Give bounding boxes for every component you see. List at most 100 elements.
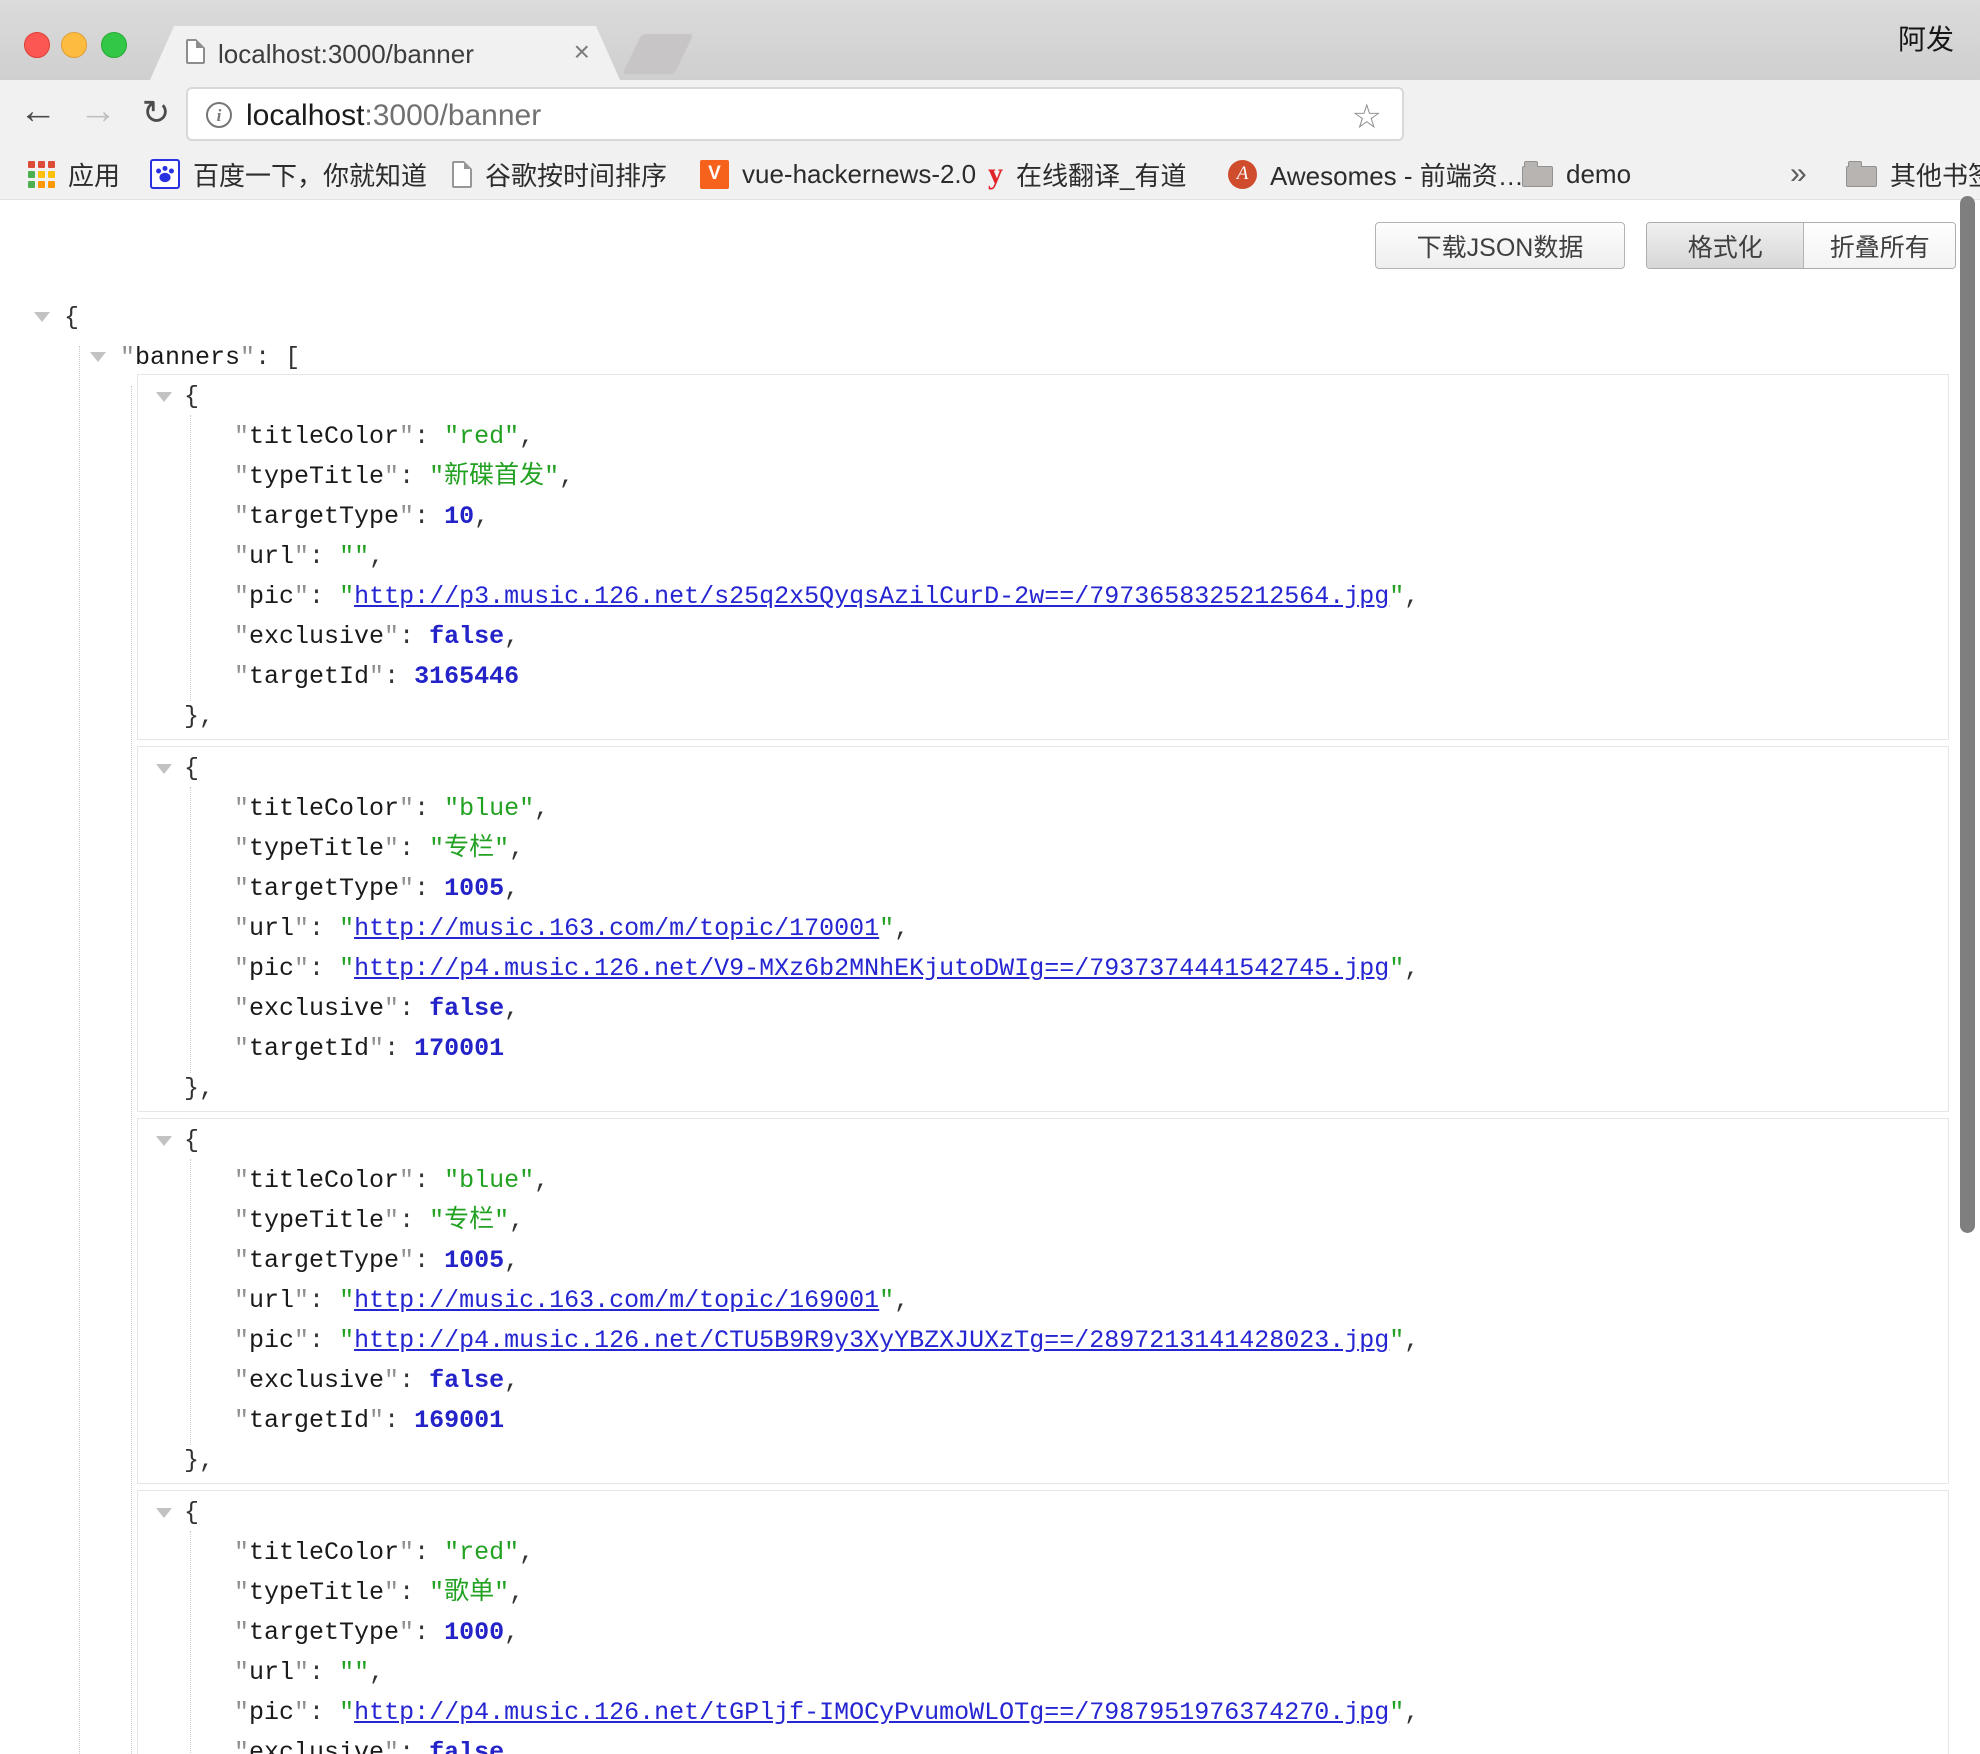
- json-url-link[interactable]: http://p4.music.126.net/CTU5B9R9y3XyYBZX…: [354, 1326, 1389, 1355]
- collapse-toggle-icon[interactable]: [34, 312, 50, 322]
- folder-icon: [1846, 166, 1877, 187]
- vertical-scrollbar-thumb[interactable]: [1960, 196, 1975, 1233]
- json-key: pic: [249, 1698, 294, 1727]
- bookmark-vue-hackernews[interactable]: V vue-hackernews-2.0: [700, 156, 976, 192]
- json-text: ": [234, 1206, 249, 1235]
- page-icon: [452, 161, 472, 188]
- bookmarks-bar: 应用 百度一下，你就知道 谷歌按时间排序 V vue-hackernews-2.…: [0, 148, 1980, 200]
- json-text: :: [309, 1326, 339, 1355]
- json-boolean-value: false: [429, 1366, 504, 1395]
- bookmark-youdao-translate[interactable]: y 在线翻译_有道: [988, 156, 1186, 192]
- bookmarks-overflow-chevron[interactable]: »: [1790, 156, 1807, 192]
- bookmark-folder-demo[interactable]: demo: [1522, 156, 1631, 192]
- json-object-close-row: },: [138, 1069, 1948, 1109]
- json-object-close-row: },: [138, 1441, 1948, 1481]
- json-property-row: "pic": "http://p4.music.126.net/tGPljf-I…: [138, 1693, 1948, 1733]
- json-text: ,: [509, 1578, 524, 1607]
- address-bar[interactable]: i localhost:3000/banner ☆: [186, 87, 1404, 141]
- json-key: url: [249, 1286, 294, 1315]
- json-text: ,: [504, 622, 519, 651]
- zoom-window-button[interactable]: [101, 32, 127, 58]
- json-text: ": [1389, 582, 1404, 611]
- json-text: ": [234, 1538, 249, 1567]
- json-text: ": [384, 622, 399, 651]
- json-text: ": [234, 462, 249, 491]
- json-text: :: [399, 994, 429, 1023]
- info-icon[interactable]: i: [206, 102, 232, 128]
- collapse-toggle-icon[interactable]: [156, 1508, 172, 1518]
- tab-close-icon[interactable]: ×: [574, 36, 590, 68]
- json-string-value: "red": [444, 1538, 519, 1567]
- json-object-open-row: {: [138, 377, 1948, 417]
- youdao-y-icon: y: [988, 157, 1003, 191]
- json-text: ,: [519, 1538, 534, 1567]
- json-key: url: [249, 542, 294, 571]
- json-string-value: "blue": [444, 794, 534, 823]
- json-text: :: [414, 502, 444, 531]
- json-property-row: "targetType": 10,: [138, 497, 1948, 537]
- json-text: ": [234, 542, 249, 571]
- json-string-value: "歌单": [429, 1578, 509, 1607]
- json-url-link[interactable]: http://p3.music.126.net/s25q2x5QyqsAzilC…: [354, 582, 1389, 611]
- json-url-link[interactable]: http://p4.music.126.net/V9-MXz6b2MNhEKju…: [354, 954, 1389, 983]
- collapse-toggle-icon[interactable]: [156, 1136, 172, 1146]
- format-button[interactable]: 格式化: [1647, 223, 1804, 268]
- json-key: titleColor: [249, 1538, 399, 1567]
- other-bookmarks-folder[interactable]: 其他书签: [1846, 156, 1980, 192]
- browser-tab[interactable]: localhost:3000/banner ×: [150, 26, 620, 80]
- bookmark-baidu[interactable]: 百度一下，你就知道: [150, 156, 427, 192]
- json-text: ": [339, 954, 354, 983]
- collapse-all-button[interactable]: 折叠所有: [1804, 223, 1955, 268]
- new-tab-button[interactable]: [622, 34, 694, 74]
- json-text: :: [309, 1698, 339, 1727]
- reload-button[interactable]: ↻: [132, 93, 180, 133]
- bookmark-awesomes[interactable]: A Awesomes - 前端资…: [1228, 156, 1524, 192]
- json-text: ": [399, 1246, 414, 1275]
- json-text: ,: [894, 1286, 909, 1315]
- json-text: :: [384, 662, 414, 691]
- close-window-button[interactable]: [24, 32, 50, 58]
- json-property-row: "targetType": 1005,: [138, 869, 1948, 909]
- json-text: ": [234, 874, 249, 903]
- json-text: :: [399, 622, 429, 651]
- json-url-link[interactable]: http://music.163.com/m/topic/170001: [354, 914, 879, 943]
- json-text: ": [339, 1698, 354, 1727]
- download-json-button[interactable]: 下载JSON数据: [1375, 222, 1625, 269]
- profile-name[interactable]: 阿发: [1898, 18, 1954, 58]
- json-url-link[interactable]: http://p4.music.126.net/tGPljf-IMOCyPvum…: [354, 1698, 1389, 1727]
- json-key: targetType: [249, 1246, 399, 1275]
- collapse-toggle-icon[interactable]: [90, 352, 106, 362]
- json-key: typeTitle: [249, 834, 384, 863]
- json-text: ,: [504, 994, 519, 1023]
- json-text: ": [294, 954, 309, 983]
- json-text: ": [234, 834, 249, 863]
- json-url-link[interactable]: http://music.163.com/m/topic/169001: [354, 1286, 879, 1315]
- forward-button[interactable]: →: [74, 90, 122, 133]
- json-text: ": [1389, 1326, 1404, 1355]
- collapse-toggle-icon[interactable]: [156, 764, 172, 774]
- json-string-value: "专栏": [429, 834, 509, 863]
- tree-guide-line: [131, 386, 132, 1754]
- json-text: ": [1389, 1698, 1404, 1727]
- json-array-item-box: {"titleColor": "blue","typeTitle": "专栏",…: [137, 746, 1949, 1112]
- json-key: targetId: [249, 662, 369, 691]
- json-text: ": [384, 994, 399, 1023]
- json-text: ,: [894, 914, 909, 943]
- tree-guide-line: [190, 1531, 191, 1754]
- json-text: :: [384, 1034, 414, 1063]
- back-button[interactable]: ←: [14, 90, 62, 133]
- bookmark-star-icon[interactable]: ☆: [1352, 97, 1382, 137]
- bookmark-google-sort[interactable]: 谷歌按时间排序: [452, 156, 667, 192]
- bookmark-apps[interactable]: 应用: [28, 156, 120, 192]
- minimize-window-button[interactable]: [61, 32, 87, 58]
- json-array-item-box: {"titleColor": "blue","typeTitle": "专栏",…: [137, 1118, 1949, 1484]
- json-text: ": [294, 1326, 309, 1355]
- collapse-toggle-icon[interactable]: [156, 392, 172, 402]
- json-text: ,: [369, 1658, 384, 1687]
- json-key: titleColor: [249, 1166, 399, 1195]
- url-host: localhost: [246, 99, 364, 132]
- json-text: :: [399, 1206, 429, 1235]
- json-text: ": [384, 1206, 399, 1235]
- json-root-row: {: [34, 298, 79, 338]
- vue-v-icon: V: [700, 160, 729, 189]
